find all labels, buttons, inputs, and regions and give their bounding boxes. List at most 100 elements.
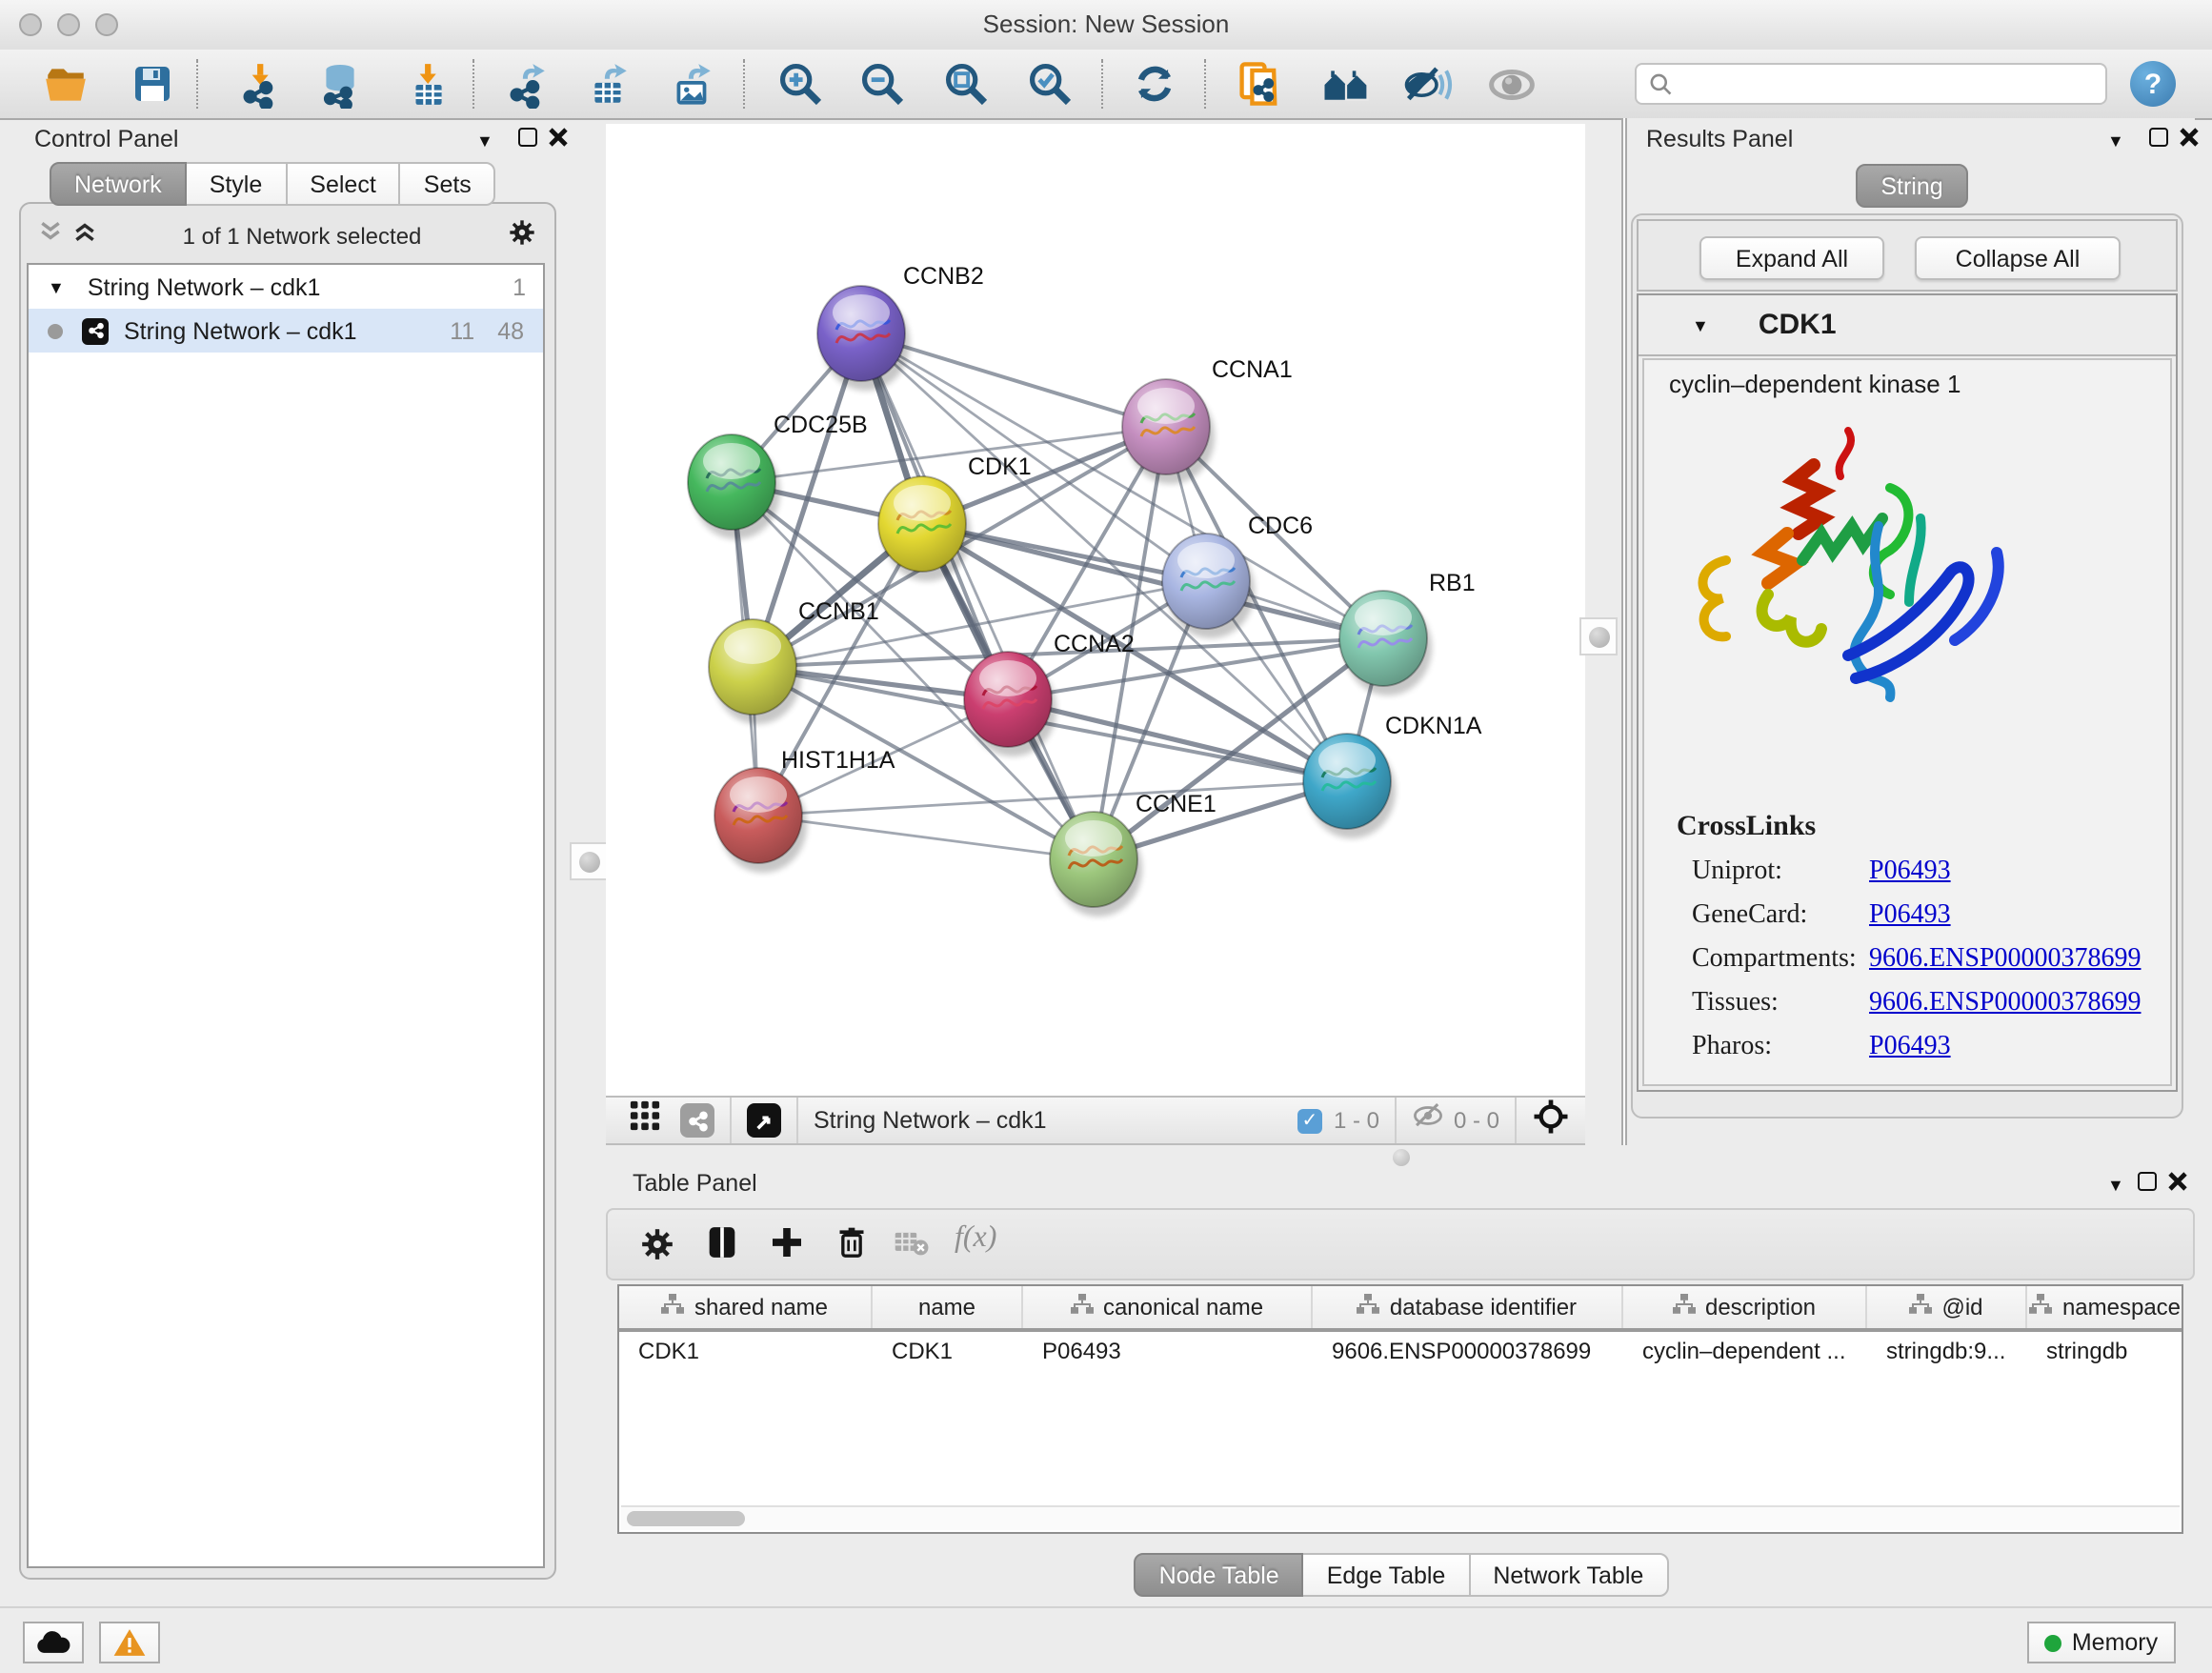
- export-network-icon[interactable]: [499, 57, 553, 111]
- network-view-title: String Network – cdk1: [814, 1107, 1047, 1134]
- share-view-icon[interactable]: [680, 1103, 714, 1138]
- scrollbar-thumb[interactable]: [627, 1511, 745, 1526]
- export-image-icon[interactable]: [665, 57, 718, 111]
- birds-eye-crosshair-icon[interactable]: [1532, 1097, 1570, 1144]
- table-cell[interactable]: stringdb: [2027, 1332, 2183, 1370]
- zoom-selected-icon[interactable]: [1023, 57, 1076, 111]
- tree-expander-icon[interactable]: ▼: [48, 277, 65, 296]
- zoom-out-icon[interactable]: [855, 57, 909, 111]
- help-icon[interactable]: ?: [2130, 61, 2176, 107]
- table-panel-collapse-icon[interactable]: ▼: [2107, 1176, 2124, 1195]
- zoom-fit-icon[interactable]: [939, 57, 993, 111]
- save-session-icon[interactable]: [126, 57, 179, 111]
- export-table-icon[interactable]: [581, 57, 634, 111]
- table-cell[interactable]: P06493: [1023, 1332, 1313, 1370]
- control-panel-float-icon[interactable]: [518, 128, 537, 147]
- column-header-@id[interactable]: @id: [1867, 1286, 2027, 1328]
- results-panel-float-icon[interactable]: [2149, 128, 2168, 147]
- crosslink-label: Uniprot:: [1692, 857, 1782, 886]
- column-header-namespace[interactable]: namespace: [2027, 1286, 2183, 1328]
- search-icon: [1648, 70, 1675, 98]
- crosslink-value-link[interactable]: 9606.ENSP00000378699: [1869, 989, 2141, 1019]
- import-network-database-icon[interactable]: [312, 57, 366, 111]
- horizontal-splitter[interactable]: [606, 1145, 2195, 1166]
- tab-style[interactable]: Style: [185, 162, 288, 206]
- control-panel-title: Control Panel: [34, 126, 179, 152]
- open-in-window-icon[interactable]: [747, 1103, 781, 1138]
- selected-checkbox-icon[interactable]: ✓: [1297, 1108, 1322, 1133]
- column-header-label: database identifier: [1390, 1294, 1577, 1320]
- split-columns-icon[interactable]: [703, 1223, 741, 1271]
- horizontal-splitter-handle[interactable]: [1393, 1149, 1410, 1166]
- node-label-CCNB1: CCNB1: [798, 598, 879, 625]
- network-list-gear-icon[interactable]: [507, 216, 537, 256]
- crosslink-value-link[interactable]: P06493: [1869, 1033, 1951, 1063]
- control-panel-close-icon[interactable]: [549, 128, 568, 147]
- collapse-all-button[interactable]: Collapse All: [1915, 236, 2121, 280]
- warning-button[interactable]: [99, 1622, 160, 1663]
- column-type-icon: [662, 1294, 685, 1320]
- column-header-database-identifier[interactable]: database identifier: [1313, 1286, 1623, 1328]
- import-table-icon[interactable]: [400, 57, 453, 111]
- hide-graphics-details-icon[interactable]: [1400, 57, 1454, 111]
- tab-node-table[interactable]: Node Table: [1135, 1553, 1304, 1597]
- table-tabs: Node TableEdge TableNetwork Table: [606, 1553, 2195, 1595]
- titlebar: Session: New Session: [0, 0, 2212, 51]
- cytoscape-window: Session: New Session: [0, 0, 2212, 1671]
- network-from-clipboard-icon[interactable]: [1233, 57, 1286, 111]
- open-session-icon[interactable]: [38, 57, 91, 111]
- network-collection-row[interactable]: ▼ String Network – cdk1 1: [29, 265, 543, 309]
- table-row[interactable]: CDK1CDK1P064939606.ENSP00000378699cyclin…: [619, 1332, 2182, 1370]
- table-gear-icon[interactable]: [638, 1225, 676, 1273]
- table-cell[interactable]: CDK1: [873, 1332, 1023, 1370]
- delete-column-icon[interactable]: [833, 1223, 871, 1271]
- results-panel-collapse-icon[interactable]: ▼: [2107, 131, 2124, 151]
- expand-all-icon[interactable]: [72, 219, 97, 253]
- search-field[interactable]: [1635, 63, 2107, 105]
- add-column-icon[interactable]: [768, 1223, 806, 1271]
- network-canvas[interactable]: CCNB2CCNA1CDC25BCDK1CDC6RB1CCNB1CCNA2CDK…: [606, 124, 1585, 1096]
- column-header-name[interactable]: name: [873, 1286, 1023, 1328]
- table-cell[interactable]: cyclin–dependent ...: [1623, 1332, 1867, 1370]
- tab-edge-table[interactable]: Edge Table: [1302, 1553, 1471, 1597]
- birds-eye-view-icon[interactable]: [1484, 57, 1538, 111]
- string-network-icon: [82, 317, 109, 344]
- toolbar-separator: [1395, 1098, 1397, 1143]
- table-cell[interactable]: 9606.ENSP00000378699: [1313, 1332, 1623, 1370]
- crosslink-value-link[interactable]: P06493: [1869, 857, 1951, 888]
- table-h-scrollbar[interactable]: [621, 1505, 2180, 1530]
- grid-view-icon[interactable]: [629, 1099, 661, 1141]
- column-header-description[interactable]: description: [1623, 1286, 1867, 1328]
- tab-network[interactable]: Network: [50, 162, 187, 206]
- search-input[interactable]: [1675, 69, 2105, 99]
- control-panel-collapse-icon[interactable]: ▼: [476, 131, 493, 151]
- right-splitter-handle[interactable]: [1579, 617, 1618, 655]
- tab-select[interactable]: Select: [285, 162, 401, 206]
- cloud-button[interactable]: [23, 1622, 84, 1663]
- crosslink-value-link[interactable]: P06493: [1869, 901, 1951, 932]
- network-row[interactable]: String Network – cdk1 11 48: [29, 309, 543, 353]
- expand-all-button[interactable]: Expand All: [1699, 236, 1884, 280]
- column-header-canonical-name[interactable]: canonical name: [1023, 1286, 1313, 1328]
- memory-button[interactable]: Memory: [2027, 1622, 2176, 1663]
- node-label-CDK1: CDK1: [968, 454, 1032, 480]
- tab-sets[interactable]: Sets: [399, 162, 496, 206]
- column-header-shared-name[interactable]: shared name: [619, 1286, 873, 1328]
- crosslink-value-link[interactable]: 9606.ENSP00000378699: [1869, 945, 2141, 976]
- table-cell[interactable]: CDK1: [619, 1332, 873, 1370]
- table-panel-close-icon[interactable]: [2168, 1172, 2187, 1191]
- refresh-view-icon[interactable]: [1128, 57, 1181, 111]
- collapse-all-icon[interactable]: [38, 219, 63, 253]
- gene-expander-icon[interactable]: ▼: [1692, 315, 1709, 334]
- results-panel-close-icon[interactable]: [2180, 128, 2199, 147]
- import-network-file-icon[interactable]: [232, 57, 286, 111]
- left-splitter-handle[interactable]: [570, 842, 608, 880]
- gene-section-header[interactable]: ▼ CDK1: [1639, 295, 2176, 356]
- table-cell[interactable]: stringdb:9...: [1867, 1332, 2027, 1370]
- tab-network-table[interactable]: Network Table: [1468, 1553, 1668, 1597]
- table-panel-float-icon[interactable]: [2138, 1172, 2157, 1191]
- home-network-icon[interactable]: [1318, 57, 1372, 111]
- tab-string[interactable]: String: [1856, 164, 1967, 208]
- zoom-in-icon[interactable]: [774, 57, 827, 111]
- memory-status-icon: [2045, 1634, 2062, 1651]
